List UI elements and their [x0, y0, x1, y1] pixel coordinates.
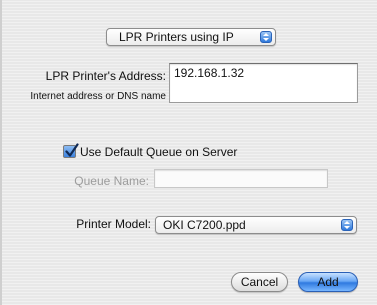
default-queue-label[interactable]: Use Default Queue on Server	[80, 145, 237, 159]
window-left-edge	[0, 0, 2, 305]
connection-type-popup[interactable]: LPR Printers using IP	[106, 28, 276, 46]
queue-name-label: Queue Name:	[74, 174, 149, 188]
cancel-button[interactable]: Cancel	[231, 272, 288, 292]
connection-type-value: LPR Printers using IP	[119, 30, 234, 44]
address-label: LPR Printer's Address:	[45, 69, 166, 83]
address-hint: Internet address or DNS name	[30, 91, 166, 102]
address-field[interactable]: 192.168.1.32	[169, 63, 358, 103]
up-down-arrows-icon	[260, 31, 272, 43]
printer-model-label: Printer Model:	[76, 217, 151, 231]
checkmark-icon	[65, 143, 79, 157]
printer-model-popup[interactable]: OKI C7200.ppd	[155, 216, 357, 234]
default-queue-checkbox[interactable]	[63, 143, 79, 158]
add-button[interactable]: Add	[298, 272, 358, 292]
printer-model-value: OKI C7200.ppd	[163, 218, 246, 232]
queue-name-field[interactable]	[154, 169, 328, 188]
up-down-arrows-icon	[341, 219, 353, 231]
